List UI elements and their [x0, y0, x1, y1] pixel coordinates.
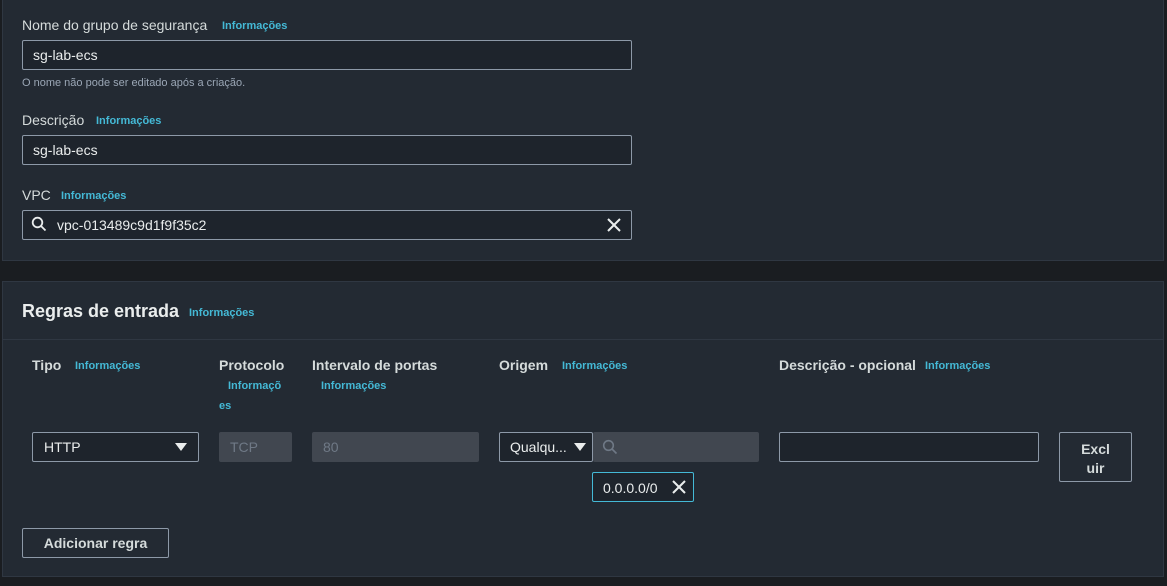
description-info-link[interactable]: Informações — [96, 115, 161, 127]
sg-name-input[interactable]: sg-lab-ecs — [22, 40, 632, 70]
source-caret-icon — [574, 443, 586, 451]
vpc-info-link[interactable]: Informações — [61, 190, 126, 202]
cidr-token-label: 0.0.0.0/0 — [603, 480, 658, 496]
protocol-input: TCP — [219, 432, 292, 462]
delete-rule-label-1: Excl — [1081, 441, 1110, 457]
sg-name-info-link[interactable]: Informações — [222, 20, 287, 32]
col-source: Origem — [499, 357, 549, 373]
search-icon — [31, 216, 47, 237]
remove-token-icon[interactable] — [671, 479, 687, 498]
vpc-label: VPC — [22, 187, 51, 203]
delete-rule-button[interactable]: Excl uir — [1059, 432, 1132, 482]
description-input[interactable]: sg-lab-ecs — [22, 135, 632, 165]
delete-rule-label-2: uir — [1086, 460, 1105, 476]
inbound-rules-info-link[interactable]: Informações — [189, 307, 254, 319]
inbound-rules-title: Regras de entrada — [22, 301, 180, 321]
port-range-input: 80 — [312, 432, 479, 462]
source-type-value: Qualqu... — [510, 439, 567, 455]
section-divider — [2, 339, 1164, 340]
sg-name-hint: O nome não pode ser editado após a criaç… — [22, 77, 246, 89]
type-info-link[interactable]: Informações — [75, 360, 140, 372]
vpc-select-input[interactable]: vpc-013489c9d1f9f35c2 — [22, 210, 632, 240]
col-type: Tipo — [32, 357, 62, 373]
source-info-link[interactable]: Informações — [562, 360, 627, 372]
sg-name-label: Nome do grupo de segurança — [22, 17, 208, 33]
type-caret-icon — [175, 443, 187, 451]
source-search-icon — [602, 439, 618, 460]
col-description: Descrição - opcional — [779, 357, 916, 373]
type-select[interactable]: HTTP — [32, 432, 199, 462]
col-port-range: Intervalo de portas — [312, 357, 438, 373]
protocol-info-link-2[interactable]: es — [219, 400, 231, 412]
port-info-link[interactable]: Informações — [321, 380, 386, 392]
inbound-rules-panel — [2, 281, 1164, 577]
description-col-info-link[interactable]: Informações — [925, 360, 990, 372]
cidr-token: 0.0.0.0/0 — [592, 472, 694, 502]
vpc-value: vpc-013489c9d1f9f35c2 — [57, 217, 207, 233]
clear-icon[interactable] — [606, 217, 622, 238]
rule-description-input[interactable] — [779, 432, 1039, 462]
add-rule-button[interactable]: Adicionar regra — [22, 528, 169, 558]
col-protocol: Protocolo — [219, 357, 285, 373]
protocol-info-link-1[interactable]: Informaçõ — [228, 380, 281, 392]
description-label: Descrição — [22, 112, 85, 128]
type-value: HTTP — [44, 439, 81, 455]
